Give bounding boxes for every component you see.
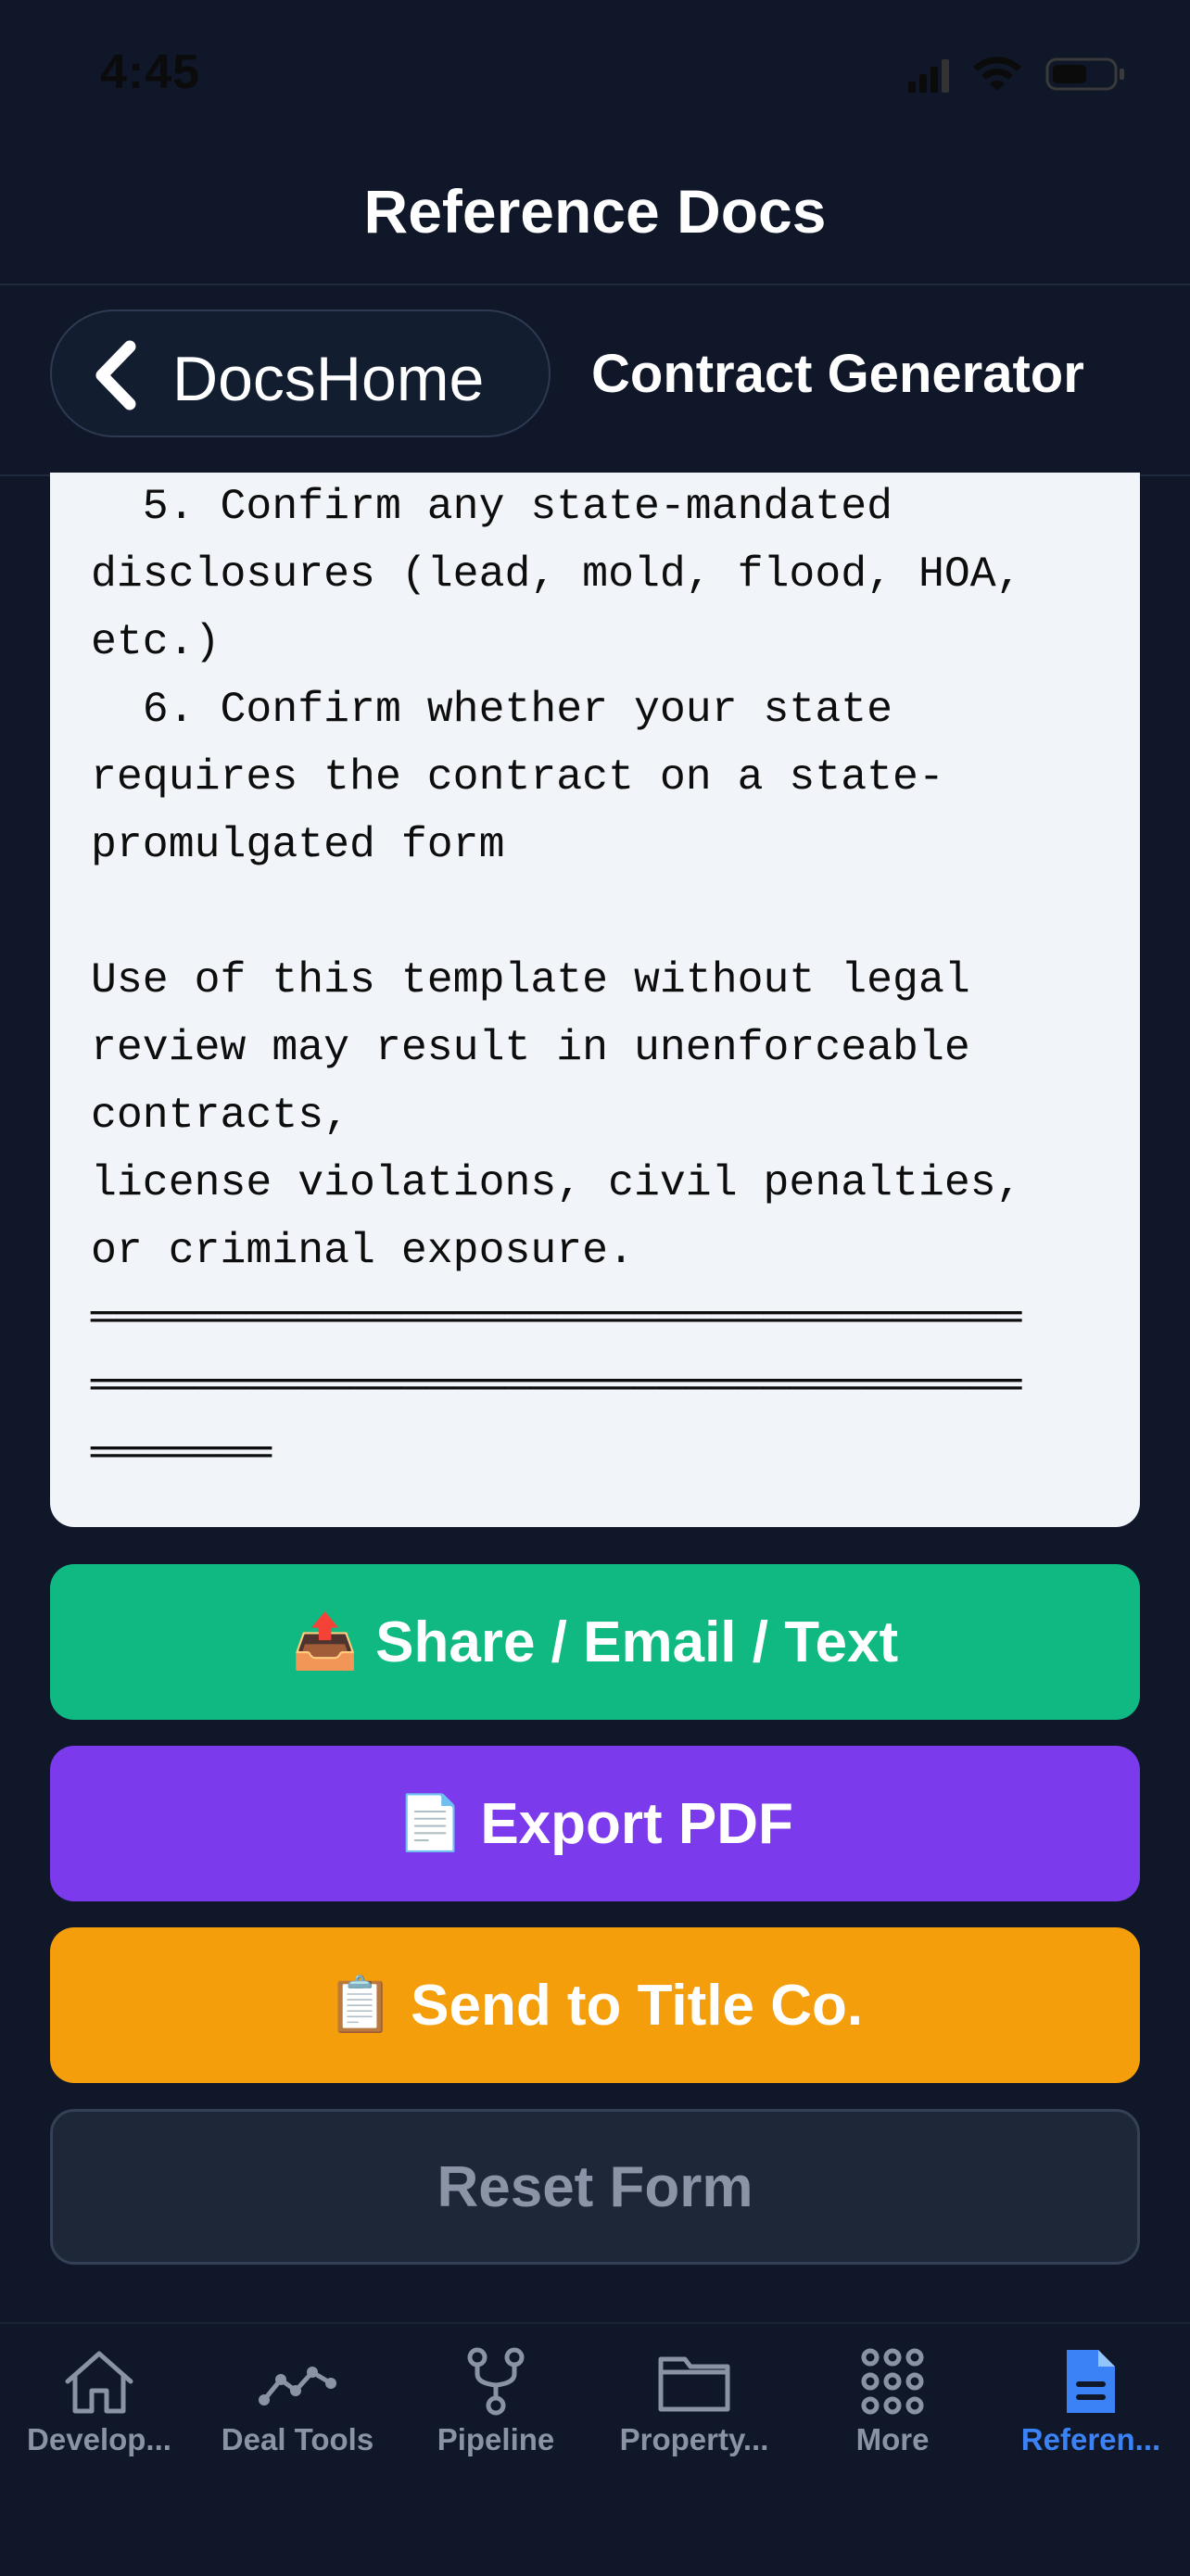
folder-icon bbox=[658, 2356, 730, 2412]
tab-label: Develop... bbox=[27, 2422, 171, 2456]
status-time: 4:45 bbox=[100, 45, 201, 99]
document-icon: 📄 bbox=[397, 1793, 464, 1853]
share-button-label: Share / Email / Text bbox=[375, 1610, 899, 1674]
share-button[interactable]: 📤 Share / Email / Text bbox=[50, 1564, 1140, 1720]
export-pdf-button[interactable]: 📄 Export PDF bbox=[50, 1746, 1140, 1901]
branch-icon bbox=[467, 2347, 525, 2416]
send-to-title-label: Send to Title Co. bbox=[411, 1973, 864, 2038]
outbox-icon: 📤 bbox=[291, 1611, 360, 1672]
back-label: DocsHome bbox=[172, 344, 485, 414]
wifi-icon bbox=[973, 57, 1021, 91]
reset-form-button[interactable]: Reset Form bbox=[50, 2109, 1140, 2265]
tab-label: Pipeline bbox=[437, 2422, 555, 2456]
tab-developer[interactable]: Develop... bbox=[0, 2324, 198, 2509]
app-header: Reference Docs bbox=[0, 148, 1190, 282]
tab-label: Deal Tools bbox=[221, 2422, 374, 2456]
tab-label: More bbox=[855, 2422, 930, 2456]
reset-button-label: Reset Form bbox=[437, 2154, 753, 2219]
home-icon bbox=[65, 2351, 133, 2414]
tab-bar: Develop... Deal Tools Pipeline Property.… bbox=[0, 2322, 1190, 2576]
chart-line-icon bbox=[259, 2367, 336, 2406]
contract-text: 5. Confirm any state-mandated disclosure… bbox=[91, 482, 1022, 1478]
document-icon bbox=[1067, 2350, 1115, 2413]
tab-deal-tools[interactable]: Deal Tools bbox=[198, 2324, 397, 2509]
grid-icon bbox=[861, 2348, 924, 2415]
back-button[interactable]: DocsHome bbox=[50, 309, 551, 437]
send-to-title-button[interactable]: 📋 Send to Title Co. bbox=[50, 1927, 1140, 2083]
export-button-label: Export PDF bbox=[480, 1791, 793, 1856]
nav-row: DocsHome Contract Generator bbox=[0, 284, 1190, 476]
chevron-left-icon bbox=[95, 340, 136, 410]
clipboard-icon: 📋 bbox=[326, 1975, 395, 2035]
battery-icon bbox=[1045, 57, 1124, 91]
tab-label: Referen... bbox=[1020, 2422, 1161, 2456]
screen-title: Contract Generator bbox=[591, 344, 1084, 404]
tab-label: Property... bbox=[619, 2422, 769, 2456]
tab-property[interactable]: Property... bbox=[595, 2324, 793, 2509]
tab-reference[interactable]: Referen... bbox=[992, 2324, 1190, 2509]
status-bar: 4:45 bbox=[0, 0, 1190, 148]
signal-icon bbox=[908, 59, 949, 93]
tab-more[interactable]: More bbox=[793, 2324, 992, 2509]
status-icons bbox=[908, 57, 1124, 93]
tab-pipeline[interactable]: Pipeline bbox=[397, 2324, 595, 2509]
page-title: Reference Docs bbox=[363, 177, 827, 246]
contract-preview[interactable]: 5. Confirm any state-mandated disclosure… bbox=[50, 473, 1140, 1527]
